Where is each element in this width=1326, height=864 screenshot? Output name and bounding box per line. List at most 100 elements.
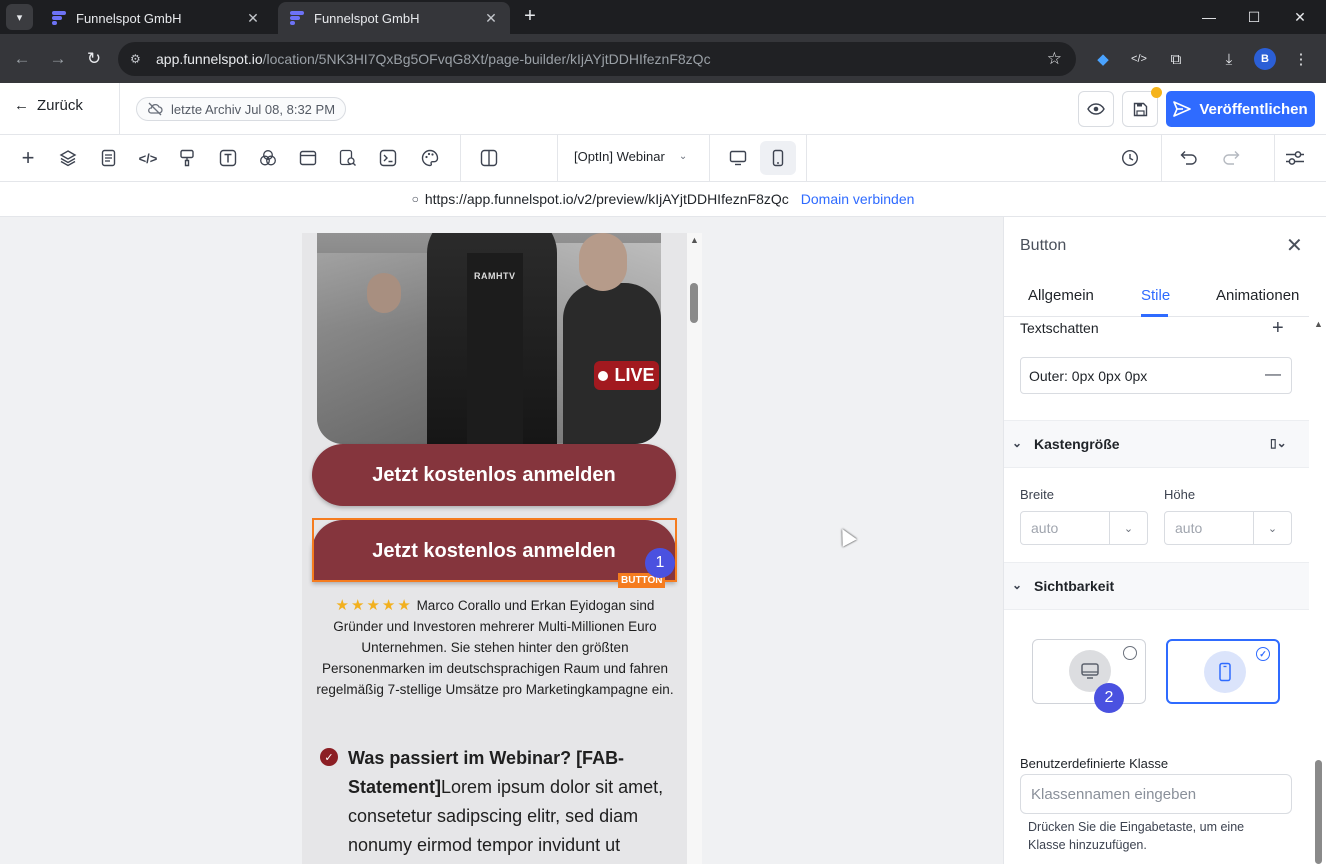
mobile-device-icon[interactable]: ▯⌄ bbox=[1270, 436, 1287, 450]
feature-bullet[interactable]: ✓ Was passiert im Webinar? [FAB-Statemen… bbox=[320, 744, 670, 860]
panel-scrollbar[interactable]: ▲ bbox=[1309, 317, 1326, 864]
scroll-thumb[interactable] bbox=[690, 283, 698, 323]
page-select-dropdown[interactable]: [OptIn] Webinar ⌄ bbox=[574, 149, 687, 164]
rating-stars-icon: ★★★★★ bbox=[335, 597, 413, 614]
hero-image[interactable]: RAMHTV LIVE bbox=[317, 233, 661, 444]
unsaved-indicator-dot bbox=[1151, 87, 1162, 98]
back-icon[interactable]: ← bbox=[9, 46, 35, 72]
width-label: Breite bbox=[1020, 487, 1054, 502]
layers-icon[interactable] bbox=[56, 146, 80, 170]
remove-shadow-icon[interactable]: — bbox=[1265, 366, 1281, 384]
archive-status: letzte Archiv Jul 08, 8:32 PM bbox=[136, 97, 347, 121]
scroll-up-icon[interactable]: ▲ bbox=[690, 235, 699, 245]
settings-sliders-icon[interactable] bbox=[1283, 146, 1307, 170]
close-icon[interactable]: ✕ bbox=[1286, 233, 1303, 258]
preview-eye-button[interactable] bbox=[1078, 91, 1114, 127]
mouse-cursor-icon bbox=[835, 525, 857, 547]
layout-window-icon[interactable] bbox=[296, 146, 320, 170]
undo-icon[interactable] bbox=[1177, 146, 1201, 170]
terminal-icon[interactable] bbox=[376, 146, 400, 170]
active-tab-underline bbox=[1141, 314, 1168, 317]
arrow-left-icon: ← bbox=[14, 97, 29, 114]
tab-title: Funnelspot GmbH bbox=[314, 10, 420, 26]
pages-icon[interactable] bbox=[96, 146, 120, 170]
funnelspot-favicon-icon bbox=[288, 10, 306, 26]
tab-stile[interactable]: Stile bbox=[1141, 287, 1170, 304]
site-settings-icon[interactable]: ⚙ bbox=[130, 52, 150, 66]
check-circle-icon: ✓ bbox=[320, 748, 338, 766]
close-window-button[interactable]: ✕ bbox=[1277, 4, 1323, 30]
box-size-section-header[interactable]: ⌄ Kastengröße ▯⌄ bbox=[1004, 420, 1309, 468]
browser-tab-bar: ▾ Funnelspot GmbH ✕ Funnelspot GmbH ✕ + … bbox=[0, 0, 1326, 34]
bio-paragraph[interactable]: ★★★★★ Marco Corallo und Erkan Eyidogan s… bbox=[314, 595, 676, 700]
add-shadow-icon[interactable]: + bbox=[1272, 317, 1284, 340]
mobile-page-preview: RAMHTV LIVE Jetzt kostenlos anmelden Jet… bbox=[302, 233, 687, 864]
connect-domain-link[interactable]: Domain verbinden bbox=[801, 191, 915, 207]
profile-avatar[interactable]: B bbox=[1254, 48, 1276, 70]
bookmark-star-icon[interactable]: ☆ bbox=[1047, 49, 1062, 69]
cta-button-1[interactable]: Jetzt kostenlos anmelden bbox=[312, 444, 676, 506]
minimize-window-button[interactable]: — bbox=[1186, 4, 1232, 30]
reload-icon[interactable]: ↻ bbox=[81, 46, 107, 72]
mobile-radio-checked-icon[interactable]: ✓ bbox=[1256, 647, 1270, 661]
redo-icon[interactable] bbox=[1219, 146, 1243, 170]
desktop-view-button[interactable] bbox=[720, 141, 756, 175]
preview-url[interactable]: https://app.funnelspot.io/v2/preview/kIj… bbox=[425, 191, 789, 207]
visibility-desktop-option[interactable] bbox=[1032, 639, 1146, 704]
browser-tab-active[interactable]: Funnelspot GmbH ✕ bbox=[278, 2, 510, 34]
new-tab-button[interactable]: + bbox=[518, 6, 542, 28]
panel-tabs: Allgemein Stile Animationen bbox=[1004, 275, 1309, 317]
tab-allgemein[interactable]: Allgemein bbox=[1028, 287, 1094, 304]
visibility-section-header[interactable]: ⌄ Sichtbarkeit bbox=[1004, 562, 1309, 610]
builder-toolbar: + </> [OptIn] Webinar ⌄ bbox=[0, 135, 1326, 182]
close-tab-icon[interactable]: ✕ bbox=[482, 10, 500, 27]
width-input[interactable]: auto ⌄ bbox=[1020, 511, 1148, 545]
preview-url-bar: ○ https://app.funnelspot.io/v2/preview/k… bbox=[0, 182, 1326, 217]
send-icon bbox=[1173, 101, 1192, 117]
circle-status-icon: ○ bbox=[411, 192, 419, 206]
extension-diamond-icon[interactable]: ◆ bbox=[1091, 47, 1115, 71]
publish-button[interactable]: Veröffentlichen bbox=[1166, 91, 1315, 127]
add-element-icon[interactable]: + bbox=[16, 145, 40, 170]
scroll-up-icon[interactable]: ▲ bbox=[1314, 319, 1323, 329]
divider bbox=[1161, 135, 1162, 182]
text-icon[interactable] bbox=[216, 146, 240, 170]
history-icon[interactable] bbox=[1118, 146, 1142, 170]
extensions-puzzle-icon[interactable]: ⧉ bbox=[1164, 47, 1188, 71]
chevron-down-icon[interactable]: ⌄ bbox=[1109, 512, 1147, 544]
scroll-thumb[interactable] bbox=[1315, 760, 1322, 864]
download-icon[interactable]: ⤓ bbox=[1217, 47, 1241, 71]
chevron-down-icon: ⌄ bbox=[1012, 436, 1023, 450]
visibility-mobile-option[interactable]: ✓ bbox=[1166, 639, 1280, 704]
split-view-icon[interactable] bbox=[477, 146, 501, 170]
preview-scrollbar[interactable]: ▲ bbox=[687, 233, 702, 864]
chevron-down-icon[interactable]: ⌄ bbox=[1253, 512, 1291, 544]
browser-toolbar: ← → ↻ ⚙ app.funnelspot.io/location/5NK3H… bbox=[0, 34, 1326, 83]
close-tab-icon[interactable]: ✕ bbox=[244, 10, 262, 27]
browser-menu-icon[interactable]: ⋮ bbox=[1289, 47, 1313, 71]
text-shadow-item[interactable]: Outer: 0px 0px 0px — bbox=[1020, 357, 1292, 394]
tab-animationen[interactable]: Animationen bbox=[1216, 287, 1299, 304]
custom-class-input[interactable]: Klassennamen eingeben bbox=[1020, 774, 1292, 814]
address-bar[interactable]: ⚙ app.funnelspot.io/location/5NK3HI7QxBg… bbox=[118, 42, 1076, 76]
custom-code-icon[interactable]: </> bbox=[136, 146, 160, 170]
builder-header: ← Zurück letzte Archiv Jul 08, 8:32 PM V… bbox=[0, 83, 1326, 135]
height-input[interactable]: auto ⌄ bbox=[1164, 511, 1292, 545]
live-badge: LIVE bbox=[594, 361, 659, 390]
forward-icon[interactable]: → bbox=[45, 46, 71, 72]
divider bbox=[1274, 135, 1275, 182]
palette-icon[interactable] bbox=[418, 146, 442, 170]
extension-code-icon[interactable]: </> bbox=[1127, 47, 1151, 71]
back-button[interactable]: ← Zurück bbox=[14, 97, 83, 114]
height-label: Höhe bbox=[1164, 487, 1196, 502]
mobile-view-button[interactable] bbox=[760, 141, 796, 175]
color-circles-icon[interactable] bbox=[256, 146, 280, 170]
tab-search-button[interactable]: ▾ bbox=[6, 4, 33, 30]
maximize-window-button[interactable]: ☐ bbox=[1231, 4, 1277, 30]
annotation-marker-1: 1 bbox=[645, 548, 675, 578]
desktop-radio[interactable] bbox=[1123, 646, 1137, 660]
paint-brush-icon[interactable] bbox=[175, 146, 199, 170]
seo-search-icon[interactable] bbox=[336, 146, 360, 170]
chevron-down-icon: ⌄ bbox=[678, 151, 688, 162]
browser-tab[interactable]: Funnelspot GmbH ✕ bbox=[40, 2, 272, 34]
